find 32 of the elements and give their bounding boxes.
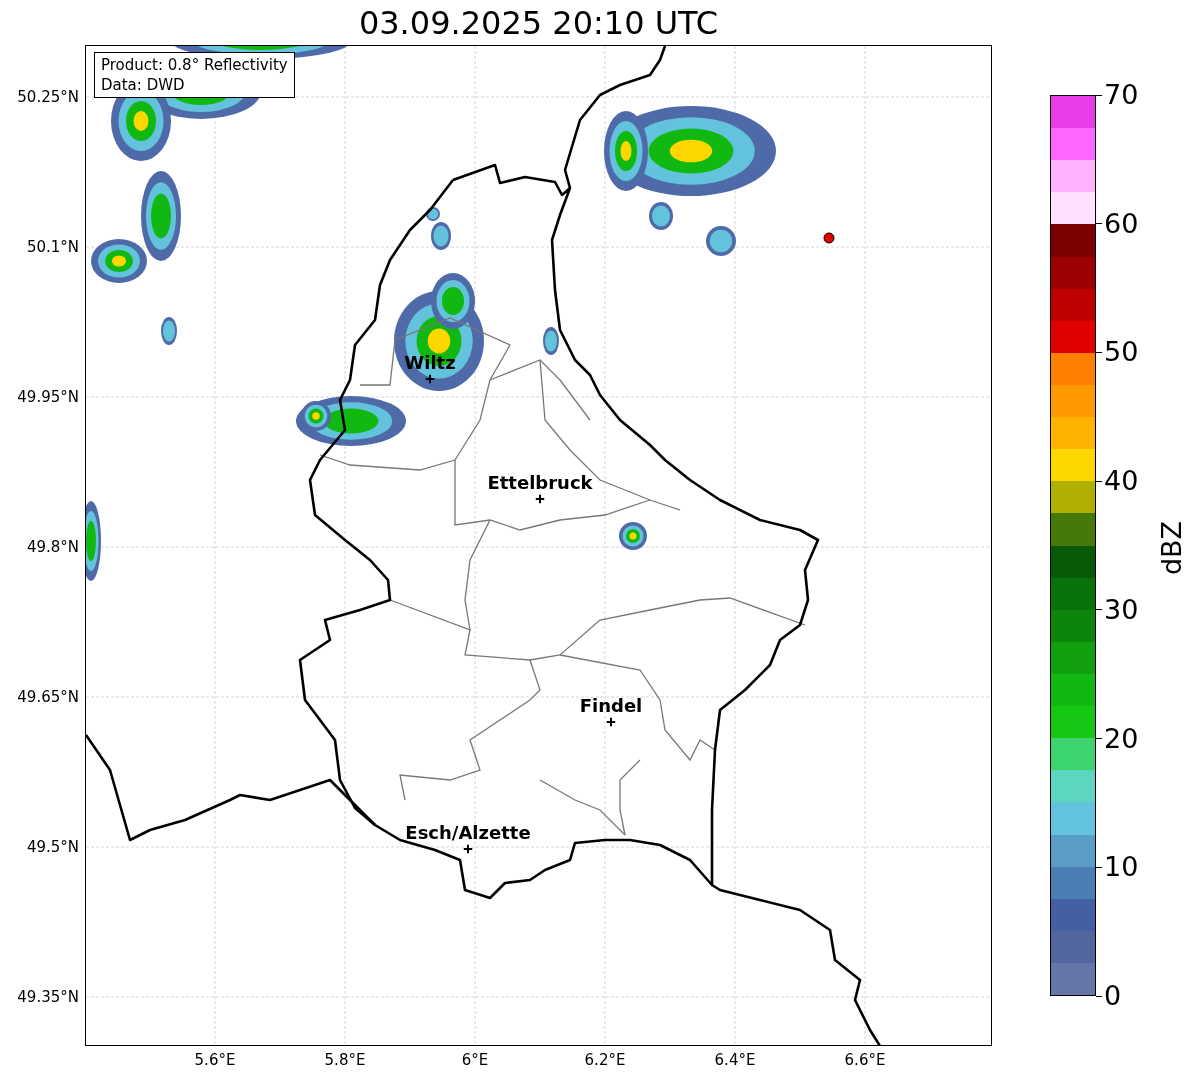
colorbar-tick-label: 20 (1096, 722, 1139, 755)
latitude-label: 50.1°N (26, 238, 79, 256)
info-line: Product: 0.8° Reflectivity (101, 55, 288, 75)
latitude-label: 49.5°N (26, 838, 79, 856)
info-line: Data: DWD (101, 75, 186, 95)
city-marker-icon (606, 717, 616, 727)
colorbar-title: dBZ (1155, 520, 1184, 576)
colorbar-tick-label: 50 (1096, 336, 1139, 369)
city-label: Ettelbruck (487, 472, 593, 493)
colorbar-tick-label: 40 (1096, 465, 1139, 498)
latitude-label: 49.35°N (17, 988, 79, 1006)
colorbar-tick-label: 0 (1096, 980, 1122, 1012)
city-marker-icon (535, 494, 545, 504)
colorbar-tick-label: 30 (1096, 593, 1139, 626)
longitude-label: 6.4°E (714, 1051, 756, 1069)
latitude-label: 49.8°N (26, 538, 79, 556)
longitude-label: 5.6°E (194, 1051, 236, 1069)
city-label: Esch/Alzette (405, 822, 531, 843)
chart-title: 03.09.2025 20:10 UTC (358, 2, 719, 43)
longitude-label: 6°E (461, 1051, 489, 1069)
colorbar-tick-label: 70 (1096, 79, 1139, 111)
longitude-label: 6.2°E (584, 1051, 626, 1069)
latitude-label: 50.25°N (17, 88, 79, 106)
longitude-label: 5.8°E (324, 1051, 366, 1069)
latitude-label: 49.65°N (17, 688, 79, 706)
latitude-label: 49.95°N (17, 388, 79, 406)
city-marker-icon (425, 374, 435, 384)
colorbar-tick-label: 10 (1096, 851, 1139, 884)
colorbar-tick-label: 60 (1096, 207, 1139, 240)
city-marker-icon (463, 844, 473, 854)
longitude-label: 6.6°E (844, 1051, 886, 1069)
city-label: Findel (579, 695, 643, 716)
